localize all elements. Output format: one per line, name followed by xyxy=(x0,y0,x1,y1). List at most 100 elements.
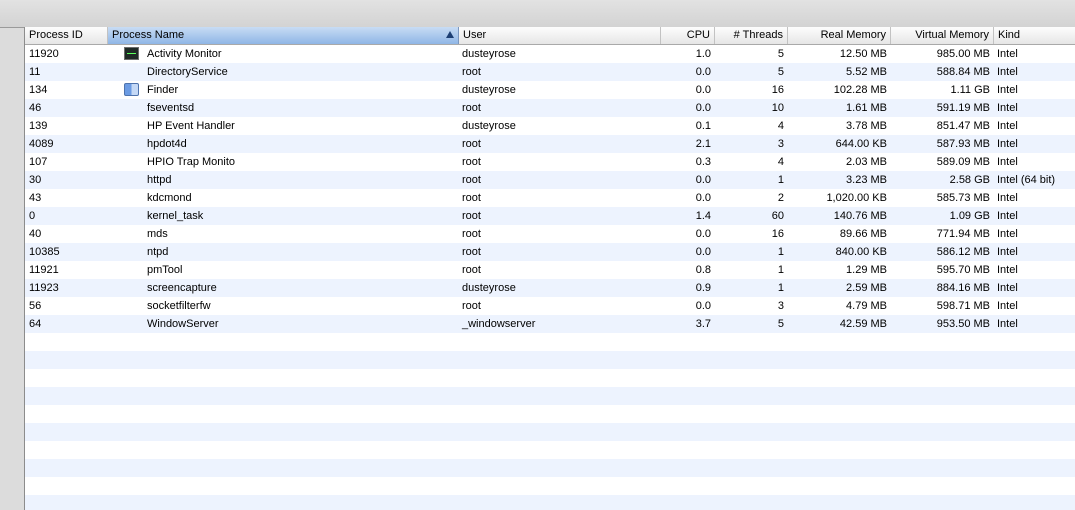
cell-kind: Intel xyxy=(997,84,1018,96)
cell-kind: Intel xyxy=(997,66,1018,78)
cell-user: root xyxy=(462,156,481,168)
cell-real-memory: 644.00 KB xyxy=(835,138,887,150)
table-row[interactable]: 46 fseventsd root 0.0 10 1.61 MB 591.19 … xyxy=(25,99,1075,117)
cell-virtual-memory: 884.16 MB xyxy=(936,282,990,294)
cell-kind: Intel xyxy=(997,210,1018,222)
cell-kind: Intel xyxy=(997,264,1018,276)
finder-icon xyxy=(124,83,139,96)
cell-process-name: DirectoryService xyxy=(147,66,228,78)
cell-user: root xyxy=(462,264,481,276)
cell-user: root xyxy=(462,138,481,150)
cell-process-name: screencapture xyxy=(147,282,217,294)
cell-process-name: fseventsd xyxy=(147,102,195,114)
table-row[interactable]: 40 mds root 0.0 16 89.66 MB 771.94 MB In… xyxy=(25,225,1075,243)
cell-virtual-memory: 1.11 GB xyxy=(950,84,990,96)
cell-process-id: 64 xyxy=(29,318,42,330)
table-row[interactable]: 107 HPIO Trap Monito root 0.3 4 2.03 MB … xyxy=(25,153,1075,171)
cell-user: dusteyrose xyxy=(462,120,516,132)
table-row[interactable]: 64 WindowServer _windowserver 3.7 5 42.5… xyxy=(25,315,1075,333)
cell-process-id: 46 xyxy=(29,102,42,114)
cell-real-memory: 102.28 MB xyxy=(833,84,887,96)
cell-real-memory: 1.29 MB xyxy=(846,264,887,276)
table-row[interactable]: 10385 ntpd root 0.0 1 840.00 KB 586.12 M… xyxy=(25,243,1075,261)
cell-kind: Intel (64 bit) xyxy=(997,174,1056,186)
cell-user: root xyxy=(462,228,481,240)
cell-real-memory: 140.76 MB xyxy=(833,210,887,222)
cell-real-memory: 1.61 MB xyxy=(846,102,887,114)
table-row[interactable]: 43 kdcmond root 0.0 2 1,020.00 KB 585.73… xyxy=(25,189,1075,207)
cell-real-memory: 3.23 MB xyxy=(846,174,887,186)
column-header-real-memory[interactable]: Real Memory xyxy=(788,27,891,44)
cell-process-name: pmTool xyxy=(147,264,183,276)
cell-virtual-memory: 771.94 MB xyxy=(936,228,990,240)
cell-real-memory: 840.00 KB xyxy=(835,246,887,258)
cell-process-name: Activity Monitor xyxy=(147,48,222,60)
column-header-user[interactable]: User xyxy=(459,27,661,44)
cell-kind: Intel xyxy=(997,102,1018,114)
cell-virtual-memory: 589.09 MB xyxy=(936,156,990,168)
cell-threads: 1 xyxy=(777,174,784,186)
table-row[interactable]: 134 Finder dusteyrose 0.0 16 102.28 MB 1… xyxy=(25,81,1075,99)
cell-real-memory: 4.79 MB xyxy=(846,300,887,312)
cell-user: dusteyrose xyxy=(462,48,516,60)
cell-real-memory: 5.52 MB xyxy=(846,66,887,78)
cell-process-id: 30 xyxy=(29,174,42,186)
empty-row xyxy=(25,387,1075,405)
cell-threads: 5 xyxy=(777,66,784,78)
cell-process-id: 134 xyxy=(29,84,48,96)
cell-user: root xyxy=(462,210,481,222)
cell-user: dusteyrose xyxy=(462,282,516,294)
cell-threads: 1 xyxy=(777,282,784,294)
cell-process-name: httpd xyxy=(147,174,172,186)
process-table[interactable]: Process ID Process Name User CPU # Threa… xyxy=(24,27,1075,510)
column-header-threads[interactable]: # Threads xyxy=(715,27,788,44)
cell-process-id: 56 xyxy=(29,300,42,312)
cell-kind: Intel xyxy=(997,246,1018,258)
cell-kind: Intel xyxy=(997,228,1018,240)
table-row[interactable]: 30 httpd root 0.0 1 3.23 MB 2.58 GB Inte… xyxy=(25,171,1075,189)
column-header-process-name-label: Process Name xyxy=(112,29,185,41)
cell-process-name: kdcmond xyxy=(147,192,192,204)
cell-process-name: socketfilterfw xyxy=(147,300,211,312)
cell-cpu: 2.1 xyxy=(695,138,711,150)
table-body: 11920 Activity Monitor dusteyrose 1.0 5 … xyxy=(25,45,1075,510)
cell-process-name: mds xyxy=(147,228,168,240)
cell-cpu: 0.0 xyxy=(695,84,711,96)
table-row[interactable]: 56 socketfilterfw root 0.0 3 4.79 MB 598… xyxy=(25,297,1075,315)
table-row[interactable]: 11923 screencapture dusteyrose 0.9 1 2.5… xyxy=(25,279,1075,297)
table-row[interactable]: 11921 pmTool root 0.8 1 1.29 MB 595.70 M… xyxy=(25,261,1075,279)
column-header-process-name[interactable]: Process Name xyxy=(108,27,459,44)
table-row[interactable]: 139 HP Event Handler dusteyrose 0.1 4 3.… xyxy=(25,117,1075,135)
cell-cpu: 0.0 xyxy=(695,174,711,186)
cell-threads: 4 xyxy=(777,120,784,132)
table-row[interactable]: 4089 hpdot4d root 2.1 3 644.00 KB 587.93… xyxy=(25,135,1075,153)
cell-cpu: 0.8 xyxy=(695,264,711,276)
cell-kind: Intel xyxy=(997,192,1018,204)
cell-process-id: 40 xyxy=(29,228,42,240)
column-header-virtual-memory[interactable]: Virtual Memory xyxy=(891,27,994,44)
cell-user: root xyxy=(462,192,481,204)
cell-user: root xyxy=(462,102,481,114)
column-header-process-id[interactable]: Process ID xyxy=(25,27,108,44)
cell-cpu: 0.9 xyxy=(695,282,711,294)
table-row[interactable]: 11920 Activity Monitor dusteyrose 1.0 5 … xyxy=(25,45,1075,63)
column-header-kind[interactable]: Kind xyxy=(994,27,1075,44)
column-header-cpu[interactable]: CPU xyxy=(661,27,715,44)
cell-cpu: 0.0 xyxy=(695,228,711,240)
cell-process-name: hpdot4d xyxy=(147,138,187,150)
cell-virtual-memory: 595.70 MB xyxy=(936,264,990,276)
cell-process-id: 11923 xyxy=(29,282,59,294)
cell-process-id: 4089 xyxy=(29,138,54,150)
cell-user: _windowserver xyxy=(462,318,536,330)
cell-virtual-memory: 591.19 MB xyxy=(936,102,990,114)
cell-threads: 3 xyxy=(777,138,784,150)
table-row[interactable]: 11 DirectoryService root 0.0 5 5.52 MB 5… xyxy=(25,63,1075,81)
cell-real-memory: 3.78 MB xyxy=(846,120,887,132)
cell-real-memory: 12.50 MB xyxy=(839,48,887,60)
cell-process-id: 0 xyxy=(29,210,36,222)
table-row[interactable]: 0 kernel_task root 1.4 60 140.76 MB 1.09… xyxy=(25,207,1075,225)
cell-cpu: 0.0 xyxy=(695,300,711,312)
cell-cpu: 0.3 xyxy=(695,156,711,168)
cell-virtual-memory: 585.73 MB xyxy=(936,192,990,204)
cell-threads: 1 xyxy=(777,264,784,276)
